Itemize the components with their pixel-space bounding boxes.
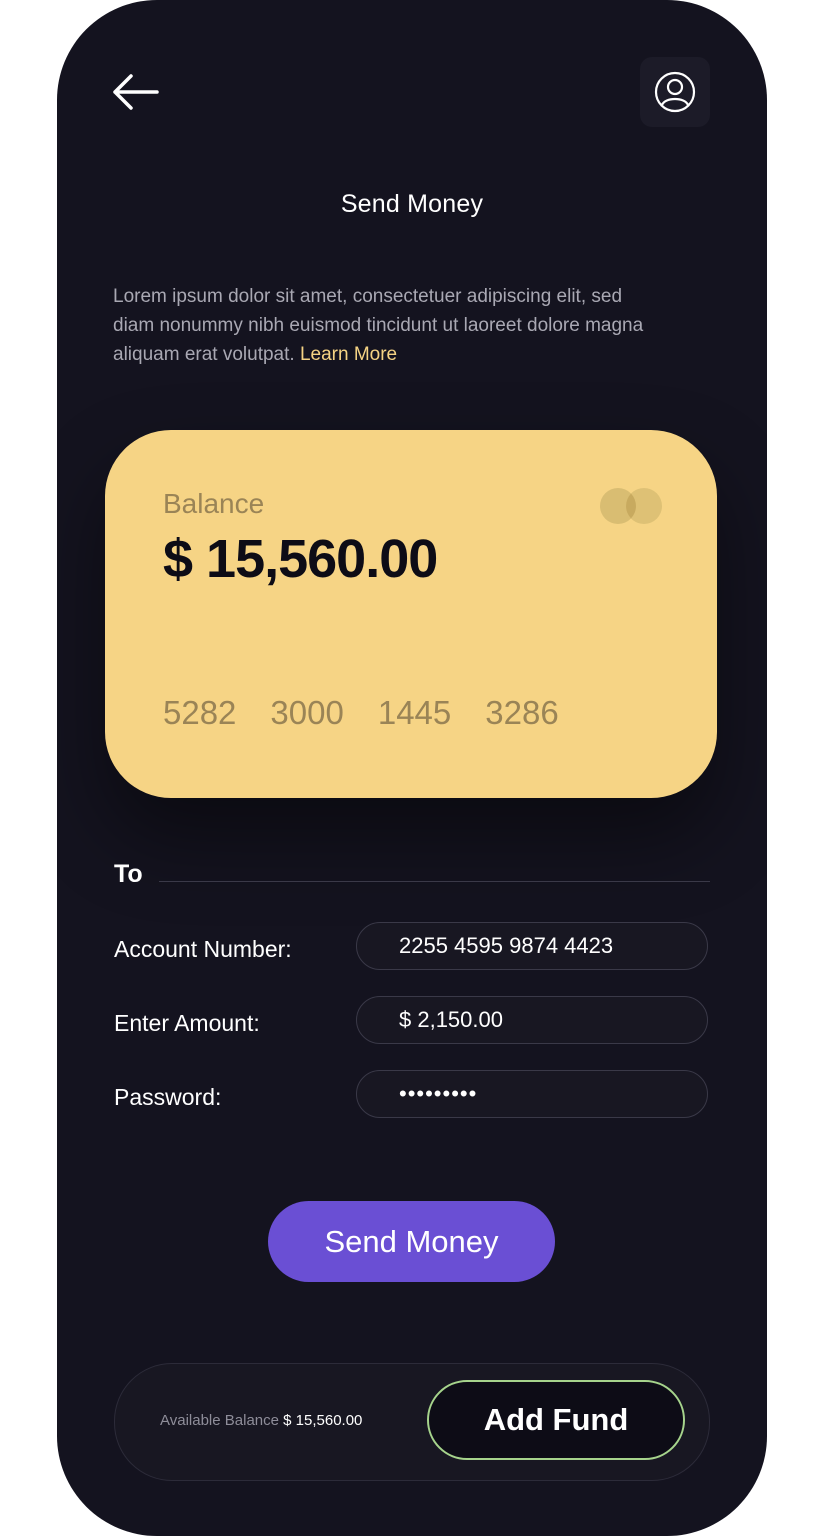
- amount-input[interactable]: [356, 996, 708, 1044]
- card-number: 5282 3000 1445 3286: [163, 694, 559, 732]
- balance-card: Balance $ 15,560.00 5282 3000 1445 3286: [105, 430, 717, 798]
- available-balance: Available Balance $ 15,560.00: [160, 1412, 362, 1429]
- learn-more-link[interactable]: Learn More: [300, 344, 397, 365]
- password-label: Password:: [114, 1084, 222, 1110]
- page-title: Send Money: [340, 190, 484, 218]
- back-button[interactable]: [109, 70, 163, 114]
- profile-button[interactable]: [640, 57, 710, 127]
- card-number-group: 3000: [270, 694, 344, 731]
- send-money-button[interactable]: Send Money: [268, 1201, 555, 1282]
- balance-value: $ 15,560.00: [163, 529, 438, 589]
- account-number-input[interactable]: [356, 922, 708, 970]
- bottom-bar: Available Balance $ 15,560.00 Add Fund: [114, 1363, 710, 1481]
- mastercard-logo-icon: [600, 488, 662, 524]
- available-balance-label: Available Balance: [160, 1412, 279, 1429]
- divider: [159, 881, 710, 882]
- card-number-group: 3286: [485, 694, 559, 731]
- add-fund-button[interactable]: Add Fund: [427, 1380, 685, 1460]
- phone-screen: Send Money Lorem ipsum dolor sit amet, c…: [57, 0, 767, 1536]
- intro-text: Lorem ipsum dolor sit amet, consectetuer…: [113, 282, 653, 369]
- to-section-label: To: [114, 860, 143, 888]
- account-number-label: Account Number:: [114, 936, 292, 962]
- amount-label: Enter Amount:: [114, 1010, 260, 1036]
- user-circle-icon: [654, 71, 696, 113]
- balance-label: Balance: [163, 488, 265, 519]
- card-number-group: 5282: [163, 694, 237, 731]
- arrow-left-icon: [113, 74, 159, 110]
- card-number-group: 1445: [377, 694, 452, 731]
- password-input[interactable]: [356, 1070, 708, 1118]
- available-balance-amount: $ 15,560.00: [283, 1412, 363, 1429]
